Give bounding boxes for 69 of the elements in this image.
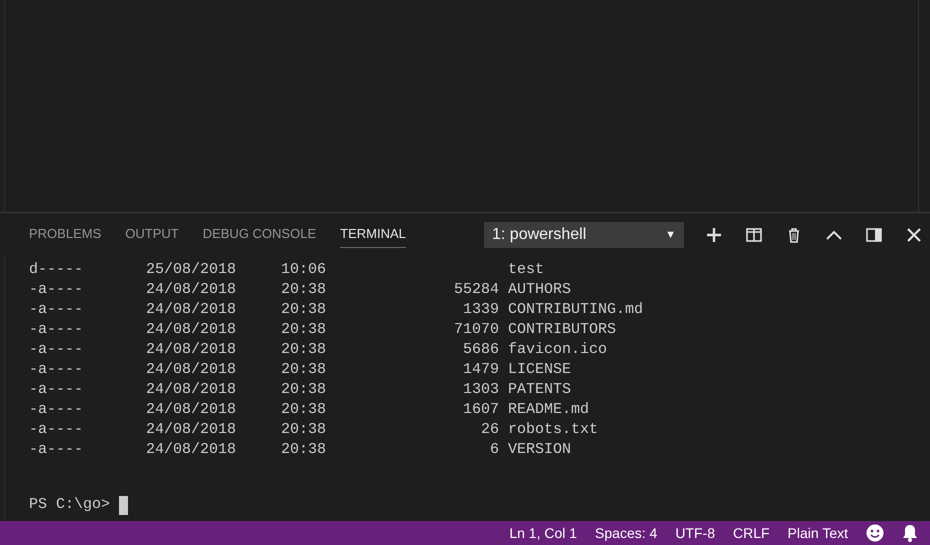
terminal-cell-text: d----- bbox=[29, 260, 84, 280]
terminal-cell-text: CONTRIBUTORS bbox=[508, 320, 618, 340]
terminal-cell: 20:38 bbox=[281, 320, 327, 340]
terminal-cell-text: PATENTS bbox=[508, 380, 572, 400]
terminal-cell: 20:38 bbox=[281, 280, 327, 300]
status-item[interactable]: CRLF bbox=[732, 525, 770, 541]
terminal-cell-text: favicon.ico bbox=[508, 340, 608, 360]
terminal-cell-text: 24/08/2018 bbox=[146, 420, 238, 440]
terminal-cell-text: -a---- bbox=[29, 340, 84, 360]
terminal-cell: 20:38 bbox=[281, 400, 327, 420]
terminal-cell: 20:38 bbox=[281, 360, 327, 380]
panel-tab[interactable]: TERMINAL bbox=[340, 222, 406, 248]
panel-tab[interactable]: PROBLEMS bbox=[29, 222, 102, 248]
terminal-cell-text: 1479 bbox=[462, 360, 500, 380]
terminal-cell-text: LICENSE bbox=[508, 360, 572, 380]
status-item[interactable]: UTF-8 bbox=[675, 525, 715, 541]
terminal-cell-text: README.md bbox=[508, 400, 590, 420]
terminal-cell: 10:06 bbox=[281, 260, 327, 280]
terminal-cell-text: 55284 bbox=[452, 280, 500, 300]
terminal-cell-text: 26 bbox=[480, 420, 500, 440]
panel-layout-icon[interactable] bbox=[866, 226, 882, 242]
terminal-cell-text: 24/08/2018 bbox=[146, 360, 238, 380]
terminal-cell-text: -a---- bbox=[29, 420, 84, 440]
terminal-cell-text: 24/08/2018 bbox=[146, 280, 238, 300]
terminal-select[interactable]: 1: powershell ▼ bbox=[484, 222, 684, 248]
terminal-cell: 20:38 bbox=[281, 440, 327, 460]
terminal-cell-text: 24/08/2018 bbox=[146, 440, 238, 460]
terminal-cell-text: VERSION bbox=[508, 440, 572, 460]
terminal-cell-text: 25/08/2018 bbox=[146, 260, 238, 280]
terminal-cell-text: -a---- bbox=[29, 300, 84, 320]
terminal-cell-text: 1339 bbox=[462, 300, 500, 320]
status-item[interactable]: Spaces: 4 bbox=[595, 525, 658, 541]
terminal-cell: 20:38 bbox=[281, 420, 327, 440]
status-item[interactable]: Plain Text bbox=[788, 525, 848, 541]
terminal-cell-text: -a---- bbox=[29, 380, 84, 400]
terminal-cell-text: 71070 bbox=[452, 320, 500, 340]
smiley-icon[interactable] bbox=[866, 524, 884, 542]
terminal-cell-text: robots.txt bbox=[508, 420, 600, 440]
terminal-cell: 20:38 bbox=[281, 380, 327, 400]
bell-icon[interactable] bbox=[902, 524, 918, 542]
terminal-cell-text: 6 bbox=[488, 440, 500, 460]
status-item[interactable]: Ln 1, Col 1 bbox=[509, 525, 578, 541]
terminal-cell-text: 1607 bbox=[462, 400, 500, 420]
terminal-cell-text: CONTRIBUTING.md bbox=[508, 300, 644, 320]
close-icon[interactable] bbox=[906, 226, 922, 242]
terminal-cell-text: -a---- bbox=[29, 440, 84, 460]
terminal-cell-text: test bbox=[508, 260, 546, 280]
text-cursor bbox=[119, 496, 128, 514]
terminal-cell-text: 24/08/2018 bbox=[146, 300, 238, 320]
terminal-cell-text: -a---- bbox=[29, 280, 84, 300]
terminal-cell-text: 1303 bbox=[462, 380, 500, 400]
panel-tab[interactable]: OUTPUT bbox=[125, 222, 179, 248]
terminal-cell-text: -a---- bbox=[29, 320, 84, 340]
terminal-cell-text: 24/08/2018 bbox=[146, 380, 238, 400]
terminal-cell-text: 24/08/2018 bbox=[146, 400, 238, 420]
terminal-cell-text: 5686 bbox=[462, 340, 500, 360]
plus-icon[interactable] bbox=[706, 226, 722, 242]
terminal-cell-text: AUTHORS bbox=[508, 280, 572, 300]
caret-icon: ▼ bbox=[665, 228, 676, 240]
terminal-prompt: PS C:\go> bbox=[29, 495, 110, 515]
terminal-cell: 20:38 bbox=[281, 340, 327, 360]
split-icon[interactable] bbox=[746, 226, 762, 242]
terminal-cell-text: -a---- bbox=[29, 400, 84, 420]
terminal-cell: 20:38 bbox=[281, 300, 327, 320]
terminal-cell-text: -a---- bbox=[29, 360, 84, 380]
panel-tab[interactable]: DEBUG CONSOLE bbox=[202, 222, 316, 248]
terminal-cell-text: 24/08/2018 bbox=[146, 340, 238, 360]
terminal-cell-text: 24/08/2018 bbox=[146, 320, 238, 340]
trash-icon[interactable] bbox=[786, 226, 802, 242]
